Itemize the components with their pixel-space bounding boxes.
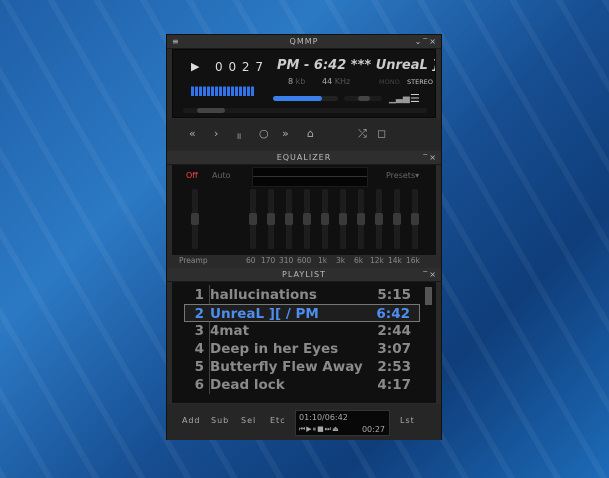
title-marquee: PM - 6:42 *** UnreaL ][ /	[277, 58, 435, 73]
shuffle-button[interactable]: ⤮	[358, 127, 367, 141]
band-label: 14k	[388, 256, 402, 265]
band-label: 12k	[370, 256, 384, 265]
band-label: 170	[261, 256, 276, 265]
play-status-icon: ▶	[191, 60, 200, 73]
mini-display: 01:10/06:42 ⏮▶⏸■⏭⏏ 00:27	[295, 410, 390, 436]
eq-band-slider[interactable]	[303, 189, 311, 249]
eq-labels: Preamp 60 170 310 600 1k 3k 6k 12k 14k 1…	[167, 256, 441, 268]
equalizer-panel: Off Auto Presets▾	[172, 165, 436, 255]
play-button[interactable]: ›	[214, 127, 218, 140]
eq-band-slider[interactable]	[411, 189, 419, 249]
playlist: 1 hallucinations 5:15 2 UnreaL ][ / PM 6:42 …	[172, 282, 421, 403]
eq-off-button[interactable]: Off	[186, 171, 198, 180]
samplerate-unit: KHz	[334, 77, 351, 86]
time-now: 00:27	[361, 425, 385, 434]
volume-slider[interactable]	[273, 96, 338, 101]
repeat-button[interactable]: ◻	[377, 127, 386, 140]
band-label: 6k	[354, 256, 364, 265]
mini-transport-controls[interactable]: ⏮▶⏸■⏭⏏	[299, 425, 340, 434]
band-label: 60	[246, 256, 256, 265]
eq-band-slider[interactable]	[321, 189, 329, 249]
band-label: 16k	[406, 256, 420, 265]
eq-band-slider[interactable]	[339, 189, 347, 249]
eq-auto-button[interactable]: Auto	[212, 171, 231, 180]
playlist-row[interactable]: 4 Deep in her Eyes 3:07	[172, 340, 421, 358]
eq-graph	[252, 167, 368, 187]
playlist-toolbar: Add Sub Sel Etc 01:10/06:42 ⏮▶⏸■⏭⏏ 00:27…	[167, 404, 441, 440]
playlist-scrollbar[interactable]	[421, 282, 436, 403]
band-label: 600	[297, 256, 312, 265]
bitrate: 8	[288, 77, 294, 86]
qmmp-window: ≡ QMMP ⌄‾× ▶ 0 0 2 7 PM - 6:42 *** Unrea…	[166, 34, 442, 440]
menu-icon[interactable]: ≡	[172, 35, 180, 49]
playlist-title: PLAYLIST	[282, 270, 326, 279]
playlist-toggle-icon[interactable]: ☰	[410, 92, 420, 105]
open-button[interactable]: ⌂	[307, 127, 314, 140]
spectrum-analyzer	[191, 80, 255, 96]
playlist-window-controls[interactable]: ‾×	[423, 268, 438, 282]
etc-button[interactable]: Etc	[270, 416, 286, 425]
eq-band-slider[interactable]	[393, 189, 401, 249]
mono-indicator: MONO	[379, 78, 400, 86]
stop-button[interactable]: ○	[259, 127, 269, 140]
equalizer-window-controls[interactable]: ‾×	[423, 151, 438, 165]
preamp-label: Preamp	[179, 256, 208, 265]
playlist-row[interactable]: 6 Dead lock 4:17	[172, 376, 421, 394]
window-controls[interactable]: ⌄‾×	[415, 35, 438, 49]
stereo-indicator: STEREO	[407, 78, 433, 86]
pause-button[interactable]: ॥	[236, 129, 241, 142]
samplerate: 44	[322, 77, 333, 86]
main-titlebar[interactable]: ≡ QMMP ⌄‾×	[167, 35, 441, 49]
eq-band-slider[interactable]	[249, 189, 257, 249]
eq-band-slider[interactable]	[267, 189, 275, 249]
sub-button[interactable]: Sub	[211, 416, 229, 425]
seek-bar[interactable]	[183, 108, 427, 113]
equalizer-title: EQUALIZER	[276, 153, 332, 162]
time-total: 01:10/06:42	[299, 413, 348, 422]
transport-controls: « › ॥ ○ » ⌂ ⤮ ◻	[167, 119, 441, 150]
eq-presets-button[interactable]: Presets▾	[386, 171, 419, 180]
lst-button[interactable]: Lst	[400, 416, 415, 425]
eq-band-slider[interactable]	[357, 189, 365, 249]
next-button[interactable]: »	[282, 127, 289, 140]
equalizer-titlebar[interactable]: EQUALIZER ‾×	[167, 151, 441, 165]
main-display: ▶ 0 0 2 7 PM - 6:42 *** UnreaL ][ / 8 kb…	[172, 49, 436, 118]
sel-button[interactable]: Sel	[241, 416, 256, 425]
preamp-slider[interactable]	[191, 189, 199, 249]
eq-band-slider[interactable]	[375, 189, 383, 249]
previous-button[interactable]: «	[189, 127, 196, 140]
add-button[interactable]: Add	[182, 416, 201, 425]
eq-band-slider[interactable]	[285, 189, 293, 249]
playlist-row[interactable]: 5 Butterfly Flew Away 2:53	[172, 358, 421, 376]
main-title: QMMP	[289, 37, 319, 46]
band-label: 3k	[336, 256, 346, 265]
balance-slider[interactable]	[344, 96, 382, 101]
band-label: 1k	[318, 256, 328, 265]
playlist-titlebar[interactable]: PLAYLIST ‾×	[167, 268, 441, 282]
playlist-row[interactable]: 3 4mat 2:44	[172, 322, 421, 340]
bitrate-unit: kb	[295, 77, 306, 86]
time-display: 0 0 2 7	[215, 60, 264, 74]
playlist-row-selected[interactable]: 2 UnreaL ][ / PM 6:42	[184, 304, 420, 322]
playlist-row[interactable]: 1 hallucinations 5:15	[172, 286, 421, 304]
band-label: 310	[279, 256, 294, 265]
equalizer-toggle-icon[interactable]: ▁▃▅	[389, 94, 410, 104]
